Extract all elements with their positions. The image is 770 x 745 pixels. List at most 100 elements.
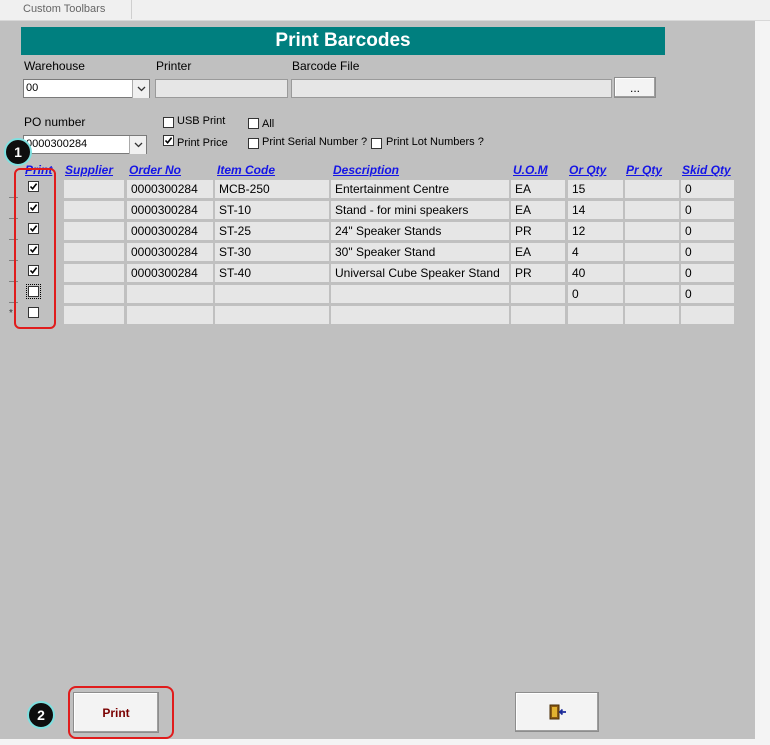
cell-order-no[interactable]: 0000300284: [127, 222, 213, 240]
checkmark-icon: [164, 137, 173, 145]
cell-description[interactable]: 30" Speaker Stand: [331, 243, 509, 261]
printer-field[interactable]: [155, 79, 288, 98]
browse-button[interactable]: ...: [614, 77, 656, 98]
print-button[interactable]: Print: [73, 692, 159, 733]
col-header-description[interactable]: Description: [333, 163, 399, 177]
cell-pr-qty[interactable]: [625, 180, 679, 198]
cell-supplier[interactable]: [64, 222, 124, 240]
col-header-uom[interactable]: U.O.M: [513, 163, 548, 177]
cell-description[interactable]: [331, 306, 509, 324]
cell-or-qty[interactable]: 0: [568, 285, 623, 303]
cell-pr-qty[interactable]: [625, 264, 679, 282]
col-header-order-no[interactable]: Order No: [129, 163, 181, 177]
cell-skid-qty[interactable]: 0: [681, 264, 734, 282]
window-bottom-border: [0, 739, 755, 745]
cell-uom[interactable]: PR: [511, 264, 565, 282]
cell-skid-qty[interactable]: 0: [681, 243, 734, 261]
print-barcodes-form: [0, 21, 755, 739]
print-button-label: Print: [102, 705, 130, 720]
cell-supplier[interactable]: [64, 285, 124, 303]
po-number-dropdown-button[interactable]: [129, 136, 146, 154]
usb-print-checkbox[interactable]: [163, 117, 174, 128]
cell-uom[interactable]: PR: [511, 222, 565, 240]
annotation-badge-2: 2: [27, 701, 55, 729]
cell-description[interactable]: Universal Cube Speaker Stand: [331, 264, 509, 282]
cell-pr-qty[interactable]: [625, 306, 679, 324]
po-number-label: PO number: [24, 115, 86, 129]
cell-uom[interactable]: EA: [511, 243, 565, 261]
cell-skid-qty[interactable]: 0: [681, 201, 734, 219]
cell-pr-qty[interactable]: [625, 222, 679, 240]
cell-supplier[interactable]: [64, 201, 124, 219]
col-header-or-qty[interactable]: Or Qty: [569, 163, 606, 177]
cell-item-code[interactable]: MCB-250: [215, 180, 329, 198]
custom-toolbars-tab[interactable]: Custom Toolbars: [0, 0, 132, 19]
cell-order-no[interactable]: [127, 306, 213, 324]
cell-pr-qty[interactable]: [625, 201, 679, 219]
cell-description[interactable]: 24" Speaker Stands: [331, 222, 509, 240]
cell-description[interactable]: [331, 285, 509, 303]
cell-or-qty[interactable]: 12: [568, 222, 623, 240]
exit-button[interactable]: [515, 692, 599, 732]
cell-item-code[interactable]: [215, 285, 329, 303]
cell-order-no[interactable]: 0000300284: [127, 201, 213, 219]
warehouse-combo[interactable]: 00: [23, 79, 150, 98]
print-price-checkbox[interactable]: [163, 135, 174, 146]
cell-supplier[interactable]: [64, 180, 124, 198]
browse-button-label: ...: [629, 80, 640, 95]
cell-supplier[interactable]: [64, 306, 124, 324]
barcode-file-label: Barcode File: [292, 59, 360, 73]
cell-or-qty[interactable]: 14: [568, 201, 623, 219]
annotation-box-print-column: [14, 168, 56, 329]
window-right-border: [755, 21, 770, 745]
cell-skid-qty[interactable]: [681, 306, 734, 324]
cell-uom[interactable]: EA: [511, 180, 565, 198]
usb-print-label: USB Print: [177, 115, 226, 127]
cell-or-qty[interactable]: 15: [568, 180, 623, 198]
exit-door-icon: [549, 704, 566, 720]
warehouse-value: 00: [26, 82, 39, 94]
cell-skid-qty[interactable]: 0: [681, 222, 734, 240]
warehouse-dropdown-button[interactable]: [132, 80, 149, 98]
col-header-item-code[interactable]: Item Code: [217, 163, 275, 177]
cell-uom[interactable]: [511, 306, 565, 324]
printer-label: Printer: [156, 59, 192, 73]
col-header-pr-qty[interactable]: Pr Qty: [626, 163, 662, 177]
cell-order-no[interactable]: 0000300284: [127, 243, 213, 261]
cell-item-code[interactable]: [215, 306, 329, 324]
cell-supplier[interactable]: [64, 243, 124, 261]
cell-or-qty[interactable]: 4: [568, 243, 623, 261]
cell-item-code[interactable]: ST-30: [215, 243, 329, 261]
col-header-supplier[interactable]: Supplier: [65, 163, 113, 177]
cell-pr-qty[interactable]: [625, 285, 679, 303]
annotation-badge-1: 1: [4, 138, 32, 166]
print-lot-label: Print Lot Numbers ?: [386, 136, 484, 148]
cell-or-qty[interactable]: [568, 306, 623, 324]
chevron-down-icon: [134, 142, 142, 148]
warehouse-label: Warehouse: [24, 59, 85, 73]
cell-description[interactable]: Entertainment Centre: [331, 180, 509, 198]
chevron-down-icon: [137, 86, 145, 92]
cell-or-qty[interactable]: 40: [568, 264, 623, 282]
print-serial-label: Print Serial Number ?: [262, 136, 368, 148]
cell-item-code[interactable]: ST-25: [215, 222, 329, 240]
cell-uom[interactable]: EA: [511, 201, 565, 219]
cell-item-code[interactable]: ST-10: [215, 201, 329, 219]
cell-item-code[interactable]: ST-40: [215, 264, 329, 282]
print-price-label: Print Price: [177, 137, 228, 149]
cell-order-no[interactable]: [127, 285, 213, 303]
cell-order-no[interactable]: 0000300284: [127, 264, 213, 282]
print-lot-checkbox[interactable]: [371, 138, 382, 149]
cell-uom[interactable]: [511, 285, 565, 303]
col-header-skid-qty[interactable]: Skid Qty: [682, 163, 731, 177]
cell-description[interactable]: Stand - for mini speakers: [331, 201, 509, 219]
cell-pr-qty[interactable]: [625, 243, 679, 261]
cell-skid-qty[interactable]: 0: [681, 285, 734, 303]
cell-order-no[interactable]: 0000300284: [127, 180, 213, 198]
all-checkbox[interactable]: [248, 118, 259, 129]
form-title: Print Barcodes: [21, 27, 665, 55]
print-serial-checkbox[interactable]: [248, 138, 259, 149]
cell-skid-qty[interactable]: 0: [681, 180, 734, 198]
barcode-file-field[interactable]: [291, 79, 612, 98]
cell-supplier[interactable]: [64, 264, 124, 282]
